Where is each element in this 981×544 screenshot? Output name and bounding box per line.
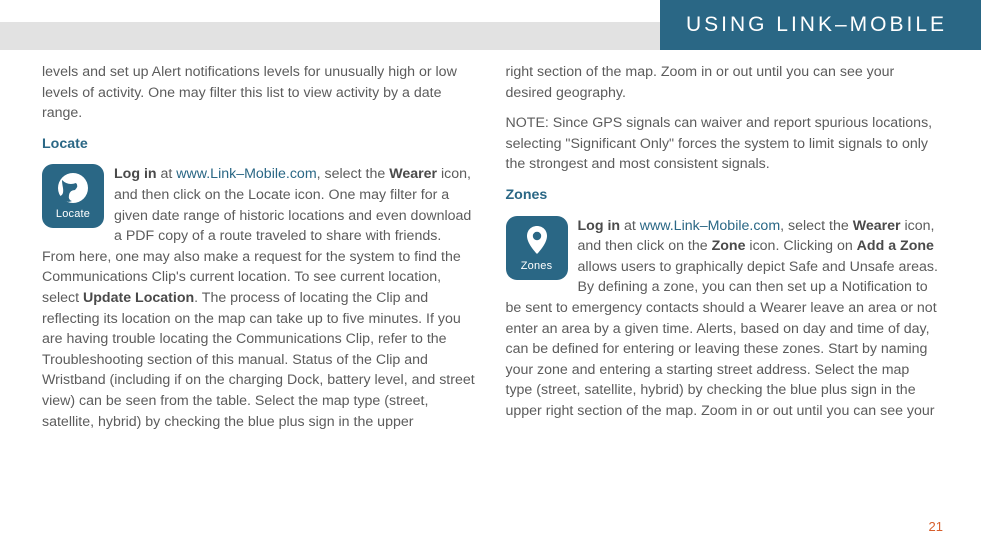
page-number: 21 bbox=[929, 519, 943, 534]
column-left: levels and set up Alert notifications le… bbox=[42, 62, 476, 526]
locate-para: Log in at www.Link–Mobile.com, select th… bbox=[42, 164, 476, 432]
intro-para: levels and set up Alert notifications le… bbox=[42, 62, 476, 124]
login-bold: Log in bbox=[114, 166, 157, 182]
zones-block: Zones Log in at www.Link–Mobile.com, sel… bbox=[506, 216, 940, 432]
column-right: right section of the map. Zoom in or out… bbox=[506, 62, 940, 526]
locate-heading: Locate bbox=[42, 134, 476, 155]
zones-para: Log in at www.Link–Mobile.com, select th… bbox=[506, 216, 940, 422]
globe-icon bbox=[56, 171, 90, 205]
map-pin-icon bbox=[520, 223, 554, 257]
locate-icon-label: Locate bbox=[56, 207, 90, 223]
right-p2-note: NOTE: Since GPS signals can waiver and r… bbox=[506, 113, 940, 175]
page-content: levels and set up Alert notifications le… bbox=[42, 62, 939, 526]
locate-block: Locate Log in at www.Link–Mobile.com, se… bbox=[42, 164, 476, 442]
link-mobile-url[interactable]: www.Link–Mobile.com bbox=[176, 166, 316, 182]
zones-heading: Zones bbox=[506, 185, 940, 206]
link-mobile-url-2[interactable]: www.Link–Mobile.com bbox=[640, 218, 780, 234]
zones-icon-label: Zones bbox=[521, 259, 553, 275]
page-header-title: USING LINK–MOBILE bbox=[660, 0, 981, 50]
locate-icon: Locate bbox=[42, 164, 104, 228]
right-p1: right section of the map. Zoom in or out… bbox=[506, 62, 940, 103]
zones-icon: Zones bbox=[506, 216, 568, 280]
